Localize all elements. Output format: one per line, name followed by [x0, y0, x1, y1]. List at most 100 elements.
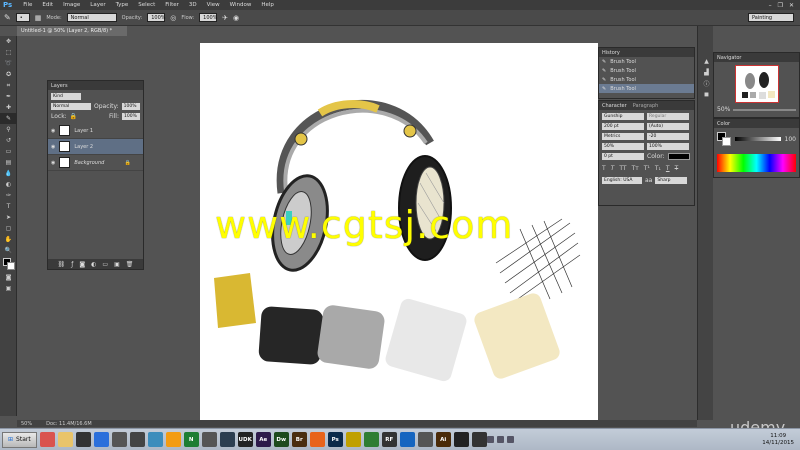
layer-row[interactable]: ◉ Background 🔒 [48, 155, 143, 171]
text-color-swatch[interactable] [667, 153, 690, 160]
clone-stamp-tool-icon[interactable]: ⚲ [0, 124, 17, 135]
color-slider[interactable] [735, 137, 781, 141]
marquee-tool-icon[interactable]: ⬚ [0, 47, 17, 58]
all-caps-icon[interactable]: TT [619, 165, 626, 172]
font-style-select[interactable]: Regular [647, 113, 689, 120]
brush-tool-icon[interactable]: ✎ [4, 13, 11, 22]
taskbar-app-icon[interactable]: UDK [237, 432, 253, 447]
tab-character[interactable]: Character [602, 103, 627, 109]
blur-tool-icon[interactable]: 💧 [0, 168, 17, 179]
history-item[interactable]: ✎ Brush Tool [599, 75, 694, 84]
type-tool-icon[interactable]: T [0, 201, 17, 212]
taskbar-app-icon[interactable] [399, 432, 415, 447]
healing-tool-icon[interactable]: ✚ [0, 102, 17, 113]
visibility-eye-icon[interactable]: ◉ [51, 128, 55, 134]
taskbar-app-icon[interactable] [75, 432, 91, 447]
history-item[interactable]: ✎ Brush Tool [599, 84, 694, 93]
brush-preset-picker[interactable]: • [15, 13, 30, 22]
shape-tool-icon[interactable]: ▢ [0, 223, 17, 234]
small-caps-icon[interactable]: Tт [632, 165, 639, 172]
taskbar-app-icon[interactable]: Dw [273, 432, 289, 447]
faux-italic-icon[interactable]: T [611, 165, 615, 172]
subscript-icon[interactable]: T₁ [655, 165, 661, 172]
layers-blend-select[interactable]: Normal [51, 103, 91, 110]
taskbar-app-icon[interactable]: RF [381, 432, 397, 447]
quick-select-tool-icon[interactable]: ✪ [0, 69, 17, 80]
tracking-field[interactable]: -20 [647, 133, 689, 140]
gradient-tool-icon[interactable]: ▤ [0, 157, 17, 168]
menu-select[interactable]: Select [133, 2, 160, 8]
horizontal-scale-field[interactable]: 100% [647, 143, 689, 150]
kerning-field[interactable]: Metrics [602, 133, 644, 140]
layers-kind-filter[interactable]: Kind [51, 93, 81, 100]
document-tab[interactable]: Untitled-1 @ 50% (Layer 2, RGB/8) * [17, 26, 127, 36]
color-spectrum[interactable] [717, 154, 796, 172]
taskbar-app-icon[interactable] [219, 432, 235, 447]
menu-filter[interactable]: Filter [160, 2, 184, 8]
brush-tool-icon[interactable]: ✎ [0, 113, 17, 124]
delete-layer-icon[interactable]: 🗑 [126, 261, 134, 268]
dodge-tool-icon[interactable]: ◐ [0, 179, 17, 190]
baseline-shift-field[interactable]: 0 pt [602, 153, 644, 160]
antialias-select[interactable]: Sharp [655, 177, 688, 184]
superscript-icon[interactable]: T¹ [644, 165, 650, 172]
eraser-tool-icon[interactable]: ▭ [0, 146, 17, 157]
history-item[interactable]: ✎ Brush Tool [599, 57, 694, 66]
underline-icon[interactable]: T [666, 165, 670, 172]
add-mask-icon[interactable]: ◙ [79, 261, 85, 268]
fg-bg-color-swatches[interactable] [717, 132, 731, 146]
start-button[interactable]: ⊞ Start [2, 431, 37, 448]
taskbar-app-icon[interactable] [345, 432, 361, 447]
menu-file[interactable]: File [18, 2, 37, 8]
eyedropper-tool-icon[interactable]: ✒ [0, 91, 17, 102]
opacity-field[interactable]: 100% [147, 13, 166, 22]
taskbar-app-icon[interactable] [147, 432, 163, 447]
history-item[interactable]: ✎ Brush Tool [599, 66, 694, 75]
taskbar-app-icon[interactable]: Ps [327, 432, 343, 447]
menu-3d[interactable]: 3D [184, 2, 202, 8]
fx-icon[interactable]: ƒ [71, 261, 73, 268]
taskbar-app-icon[interactable] [363, 432, 379, 447]
taskbar-app-icon[interactable]: Br [291, 432, 307, 447]
font-family-select[interactable]: Gunship [602, 113, 644, 120]
menu-view[interactable]: View [202, 2, 225, 8]
close-button[interactable]: ✕ [789, 2, 794, 9]
navigator-zoom-slider[interactable] [733, 108, 796, 111]
new-group-icon[interactable]: ▭ [102, 261, 108, 268]
menu-image[interactable]: Image [58, 2, 85, 8]
menu-type[interactable]: Type [111, 2, 134, 8]
link-layers-icon[interactable]: ⛓ [58, 261, 66, 268]
clock[interactable]: 11:09 14/11/2015 [762, 433, 794, 447]
pressure-size-icon[interactable]: ◉ [233, 14, 239, 22]
layers-fill-field[interactable]: 100% [122, 113, 140, 120]
faux-bold-icon[interactable]: T [602, 165, 606, 172]
zoom-tool-icon[interactable]: 🔍 [0, 245, 17, 256]
move-tool-icon[interactable]: ✥ [0, 36, 17, 47]
hand-tool-icon[interactable]: ✋ [0, 234, 17, 245]
taskbar-app-icon[interactable] [111, 432, 127, 447]
visibility-eye-icon[interactable]: ◉ [51, 160, 55, 166]
network-icon[interactable] [486, 436, 494, 443]
history-brush-tool-icon[interactable]: ↺ [0, 135, 17, 146]
taskbar-app-icon[interactable] [201, 432, 217, 447]
strikethrough-icon[interactable]: T [675, 165, 679, 172]
layers-opacity-field[interactable]: 100% [121, 103, 140, 110]
taskbar-app-icon[interactable] [471, 432, 487, 447]
taskbar-app-icon[interactable]: N [183, 432, 199, 447]
taskbar-app-icon[interactable]: Ae [255, 432, 271, 447]
layer-row[interactable]: ◉ Layer 2 [48, 139, 143, 155]
language-select[interactable]: English: USA [602, 177, 642, 184]
menu-window[interactable]: Window [225, 2, 257, 8]
taskbar-app-icon[interactable] [309, 432, 325, 447]
power-icon[interactable] [506, 436, 514, 443]
quick-mask-icon[interactable]: ◙ [0, 272, 17, 283]
visibility-eye-icon[interactable]: ◉ [51, 144, 55, 150]
adjustment-layer-icon[interactable]: ◐ [91, 261, 96, 268]
taskbar-app-icon[interactable] [129, 432, 145, 447]
font-size-field[interactable]: 200 pt [602, 123, 644, 130]
path-select-tool-icon[interactable]: ➤ [0, 212, 17, 223]
crop-tool-icon[interactable]: ⌗ [0, 80, 17, 91]
taskbar-app-icon[interactable] [417, 432, 433, 447]
mode-select[interactable]: Normal [66, 13, 117, 22]
restore-button[interactable]: ❐ [778, 2, 783, 9]
